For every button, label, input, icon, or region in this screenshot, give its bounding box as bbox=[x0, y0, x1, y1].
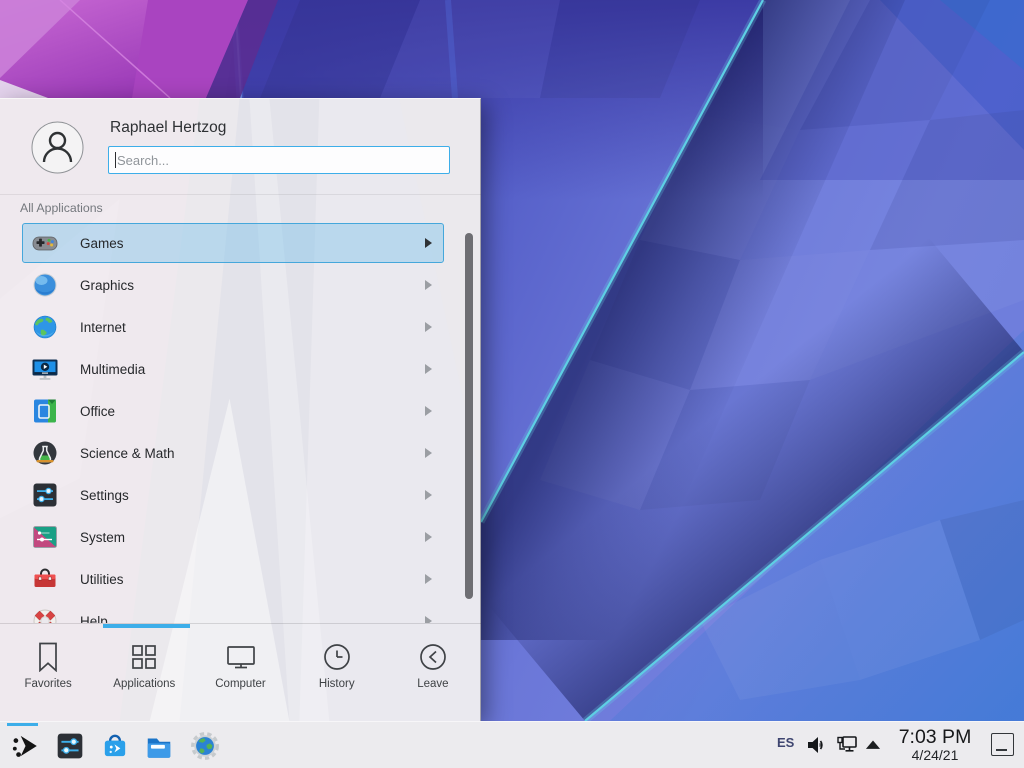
monitor-play-icon bbox=[31, 355, 59, 383]
tabbar-separator bbox=[0, 623, 481, 624]
submenu-arrow-icon bbox=[425, 238, 432, 248]
submenu-arrow-icon bbox=[425, 616, 432, 623]
system-settings-icon[interactable] bbox=[55, 731, 85, 761]
user-avatar[interactable] bbox=[31, 121, 84, 174]
show-desktop-glyph bbox=[996, 749, 1007, 751]
menu-item-label: Games bbox=[80, 236, 124, 251]
menu-item-label: Graphics bbox=[80, 278, 134, 293]
lifebuoy-icon bbox=[31, 607, 59, 623]
launcher-tab-bar: Favorites Applications Computer bbox=[0, 628, 481, 722]
application-category-list: Games Graphics Internet bbox=[0, 223, 481, 623]
tab-label: Computer bbox=[215, 678, 266, 690]
section-label: All Applications bbox=[20, 201, 103, 215]
app-launcher-icon[interactable] bbox=[10, 731, 40, 761]
system-slider-icon bbox=[31, 523, 59, 551]
list-scrollbar[interactable] bbox=[465, 233, 473, 599]
menu-item-internet[interactable]: Internet bbox=[22, 307, 444, 347]
volume-icon[interactable] bbox=[806, 734, 828, 756]
bookmark-icon bbox=[33, 642, 63, 672]
search-input[interactable] bbox=[108, 146, 450, 174]
tab-applications[interactable]: Applications bbox=[96, 628, 192, 722]
user-name: Raphael Hertzog bbox=[110, 119, 226, 137]
tab-label: History bbox=[319, 678, 355, 690]
submenu-arrow-icon bbox=[425, 574, 432, 584]
show-desktop-button[interactable] bbox=[991, 733, 1014, 756]
back-circle-icon bbox=[418, 642, 448, 672]
submenu-arrow-icon bbox=[425, 322, 432, 332]
document-icon bbox=[31, 397, 59, 425]
flask-icon bbox=[31, 439, 59, 467]
tab-favorites[interactable]: Favorites bbox=[0, 628, 96, 722]
menu-item-office[interactable]: Office bbox=[22, 391, 444, 431]
menu-item-label: System bbox=[80, 530, 125, 545]
sliders-icon bbox=[31, 481, 59, 509]
sphere-icon bbox=[31, 271, 59, 299]
menu-item-science-math[interactable]: Science & Math bbox=[22, 433, 444, 473]
web-browser-icon[interactable] bbox=[190, 731, 220, 761]
text-caret bbox=[115, 152, 116, 168]
monitor-icon bbox=[226, 642, 256, 672]
clock-date: 4/24/21 bbox=[888, 748, 982, 763]
clock-icon bbox=[322, 642, 352, 672]
clock-time: 7:03 PM bbox=[888, 726, 982, 748]
menu-item-multimedia[interactable]: Multimedia bbox=[22, 349, 444, 389]
taskbar-panel: ES 7:03 PM 4/24/21 bbox=[0, 721, 1024, 768]
tab-history[interactable]: History bbox=[289, 628, 385, 722]
menu-item-label: Multimedia bbox=[80, 362, 145, 377]
application-launcher-panel: Raphael Hertzog All Applications Games bbox=[0, 98, 481, 721]
dolphin-folder-icon[interactable] bbox=[144, 731, 174, 761]
active-launcher-indicator bbox=[7, 723, 38, 726]
header-separator bbox=[0, 194, 481, 195]
submenu-arrow-icon bbox=[425, 448, 432, 458]
wired-network-icon[interactable] bbox=[836, 734, 858, 756]
grid-icon bbox=[129, 642, 159, 672]
gamepad-icon bbox=[31, 229, 59, 257]
menu-item-label: Office bbox=[80, 404, 115, 419]
menu-item-utilities[interactable]: Utilities bbox=[22, 559, 444, 599]
menu-item-label: Utilities bbox=[80, 572, 124, 587]
submenu-arrow-icon bbox=[425, 532, 432, 542]
submenu-arrow-icon bbox=[425, 280, 432, 290]
submenu-arrow-icon bbox=[425, 406, 432, 416]
menu-item-label: Settings bbox=[80, 488, 129, 503]
menu-item-help[interactable]: Help bbox=[22, 601, 444, 623]
discover-store-icon[interactable] bbox=[100, 731, 130, 761]
menu-item-label: Internet bbox=[80, 320, 126, 335]
keyboard-layout-indicator[interactable]: ES bbox=[777, 735, 794, 750]
submenu-arrow-icon bbox=[425, 490, 432, 500]
menu-item-label: Science & Math bbox=[80, 446, 175, 461]
digital-clock[interactable]: 7:03 PM 4/24/21 bbox=[888, 726, 982, 763]
expand-tray-icon[interactable] bbox=[864, 734, 882, 756]
tab-label: Applications bbox=[113, 678, 175, 690]
tab-leave[interactable]: Leave bbox=[385, 628, 481, 722]
menu-item-system[interactable]: System bbox=[22, 517, 444, 557]
toolbox-icon bbox=[31, 565, 59, 593]
menu-item-graphics[interactable]: Graphics bbox=[22, 265, 444, 305]
tab-label: Favorites bbox=[24, 678, 71, 690]
tab-computer[interactable]: Computer bbox=[192, 628, 288, 722]
menu-item-games[interactable]: Games bbox=[22, 223, 444, 263]
search-field-wrap bbox=[108, 146, 450, 174]
menu-item-label: Help bbox=[80, 614, 108, 624]
globe-icon bbox=[31, 313, 59, 341]
tab-label: Leave bbox=[417, 678, 448, 690]
submenu-arrow-icon bbox=[425, 364, 432, 374]
menu-item-settings[interactable]: Settings bbox=[22, 475, 444, 515]
